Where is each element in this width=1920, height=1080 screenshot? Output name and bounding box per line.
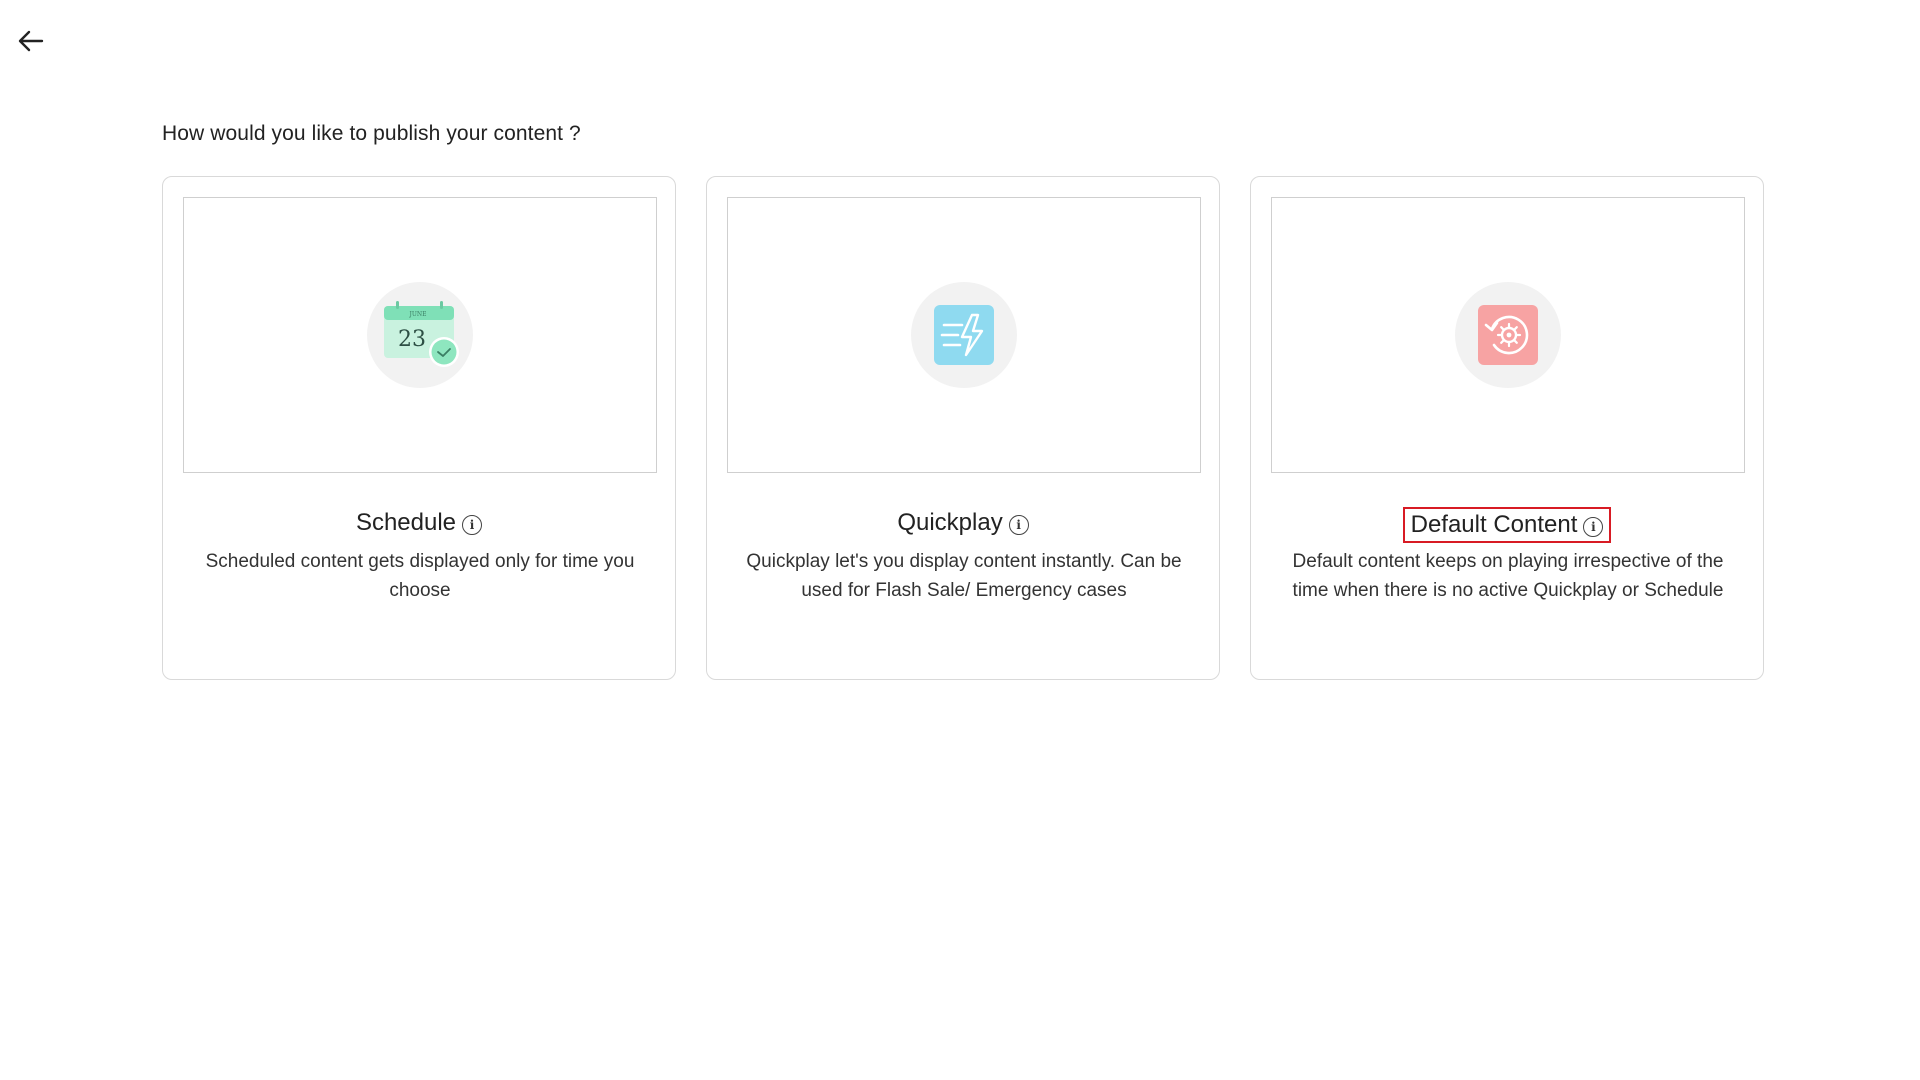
schedule-title-text: Schedule [355,509,457,536]
default-content-title-text: Default Content [1410,511,1578,538]
info-icon[interactable]: i [1008,514,1029,535]
quickplay-option-card[interactable]: Quickplay i Quickplay let's you display … [706,176,1220,680]
schedule-description: Scheduled content gets displayed only fo… [205,551,635,601]
schedule-illustration: JUNE 23 [183,197,657,473]
icon-circle: JUNE 23 [367,282,473,388]
default-content-illustration [1271,197,1745,473]
quickplay-title: Quickplay i [891,507,1034,539]
refresh-gear-icon [1478,305,1538,365]
default-content-title: Default Content i [1402,507,1612,543]
default-content-option-card[interactable]: Default Content i Default content keeps … [1250,176,1764,680]
schedule-option-card[interactable]: JUNE 23 Schedule i Scheduled content get… [162,176,676,680]
quickplay-description: Quickplay let's you display content inst… [746,551,1182,601]
publish-options: JUNE 23 Schedule i Scheduled content get… [162,176,1764,680]
icon-circle [911,282,1017,388]
schedule-title: Schedule i [350,507,488,539]
icon-circle [1455,282,1561,388]
quickplay-illustration [727,197,1201,473]
page-prompt: How would you like to publish your conte… [162,122,581,145]
arrow-left-icon [18,30,44,52]
calendar-day: 23 [398,327,426,352]
default-content-description: Default content keeps on playing irrespe… [1292,551,1724,601]
calendar-month: JUNE [408,311,426,318]
info-icon[interactable]: i [1583,516,1604,537]
publish-options-page: How would you like to publish your conte… [0,0,1920,1080]
lightning-icon [934,305,994,365]
quickplay-title-text: Quickplay [897,509,1003,536]
info-icon[interactable]: i [462,514,483,535]
calendar-icon: JUNE 23 [384,301,459,367]
back-button[interactable] [14,24,48,58]
